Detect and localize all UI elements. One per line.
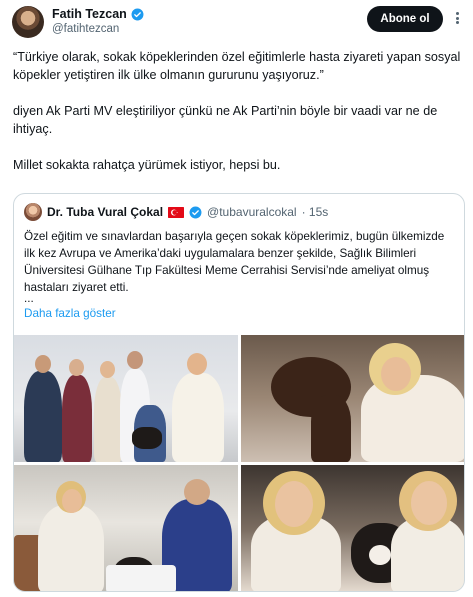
verified-badge-icon <box>131 8 144 20</box>
author-handle[interactable]: @fatihtezcan <box>52 23 119 35</box>
media-grid <box>14 335 464 591</box>
tweet-paragraph: Millet sokakta rahatça yürümek istiyor, … <box>13 158 281 172</box>
verified-badge-icon <box>189 206 202 218</box>
tweet-card: Fatih Tezcan @fatihtezcan Abone ol “Türk… <box>0 0 473 597</box>
quoted-tweet[interactable]: Dr. Tuba Vural Çokal @tubavuralcokal · 1… <box>13 193 465 592</box>
tweet-header: Fatih Tezcan @fatihtezcan Abone ol <box>12 4 462 40</box>
author-name[interactable]: Fatih Tezcan <box>52 7 127 21</box>
media-photo[interactable] <box>14 335 238 462</box>
show-more-link[interactable]: Daha fazla göster <box>24 307 116 320</box>
tweet-body: “Türkiye olarak, sokak köpeklerinden öze… <box>13 48 465 192</box>
tweet-paragraph: diyen Ak Parti MV eleştiriliyor çünkü ne… <box>13 104 438 136</box>
quoted-author-name[interactable]: Dr. Tuba Vural Çokal <box>47 205 163 219</box>
media-photo[interactable] <box>241 465 464 591</box>
media-photo[interactable] <box>14 465 238 591</box>
quoted-ellipsis: ... <box>24 292 34 305</box>
author-avatar[interactable] <box>12 6 44 38</box>
follow-button[interactable]: Abone ol <box>367 6 443 32</box>
quoted-timestamp[interactable]: · 15s <box>302 205 329 219</box>
turkey-flag-icon <box>168 206 185 218</box>
tweet-paragraph: “Türkiye olarak, sokak köpeklerinden öze… <box>13 50 461 82</box>
quoted-tweet-text: Özel eğitim ve sınavlardan başarıyla geç… <box>24 230 445 294</box>
quoted-author-handle[interactable]: @tubavuralcokal <box>207 205 297 219</box>
more-options-icon[interactable] <box>450 10 464 26</box>
quoted-author-avatar[interactable] <box>24 203 42 221</box>
media-photo[interactable] <box>241 335 464 462</box>
author-name-row: Fatih Tezcan <box>52 6 144 22</box>
quoted-tweet-header: Dr. Tuba Vural Çokal @tubavuralcokal · 1… <box>24 202 328 222</box>
